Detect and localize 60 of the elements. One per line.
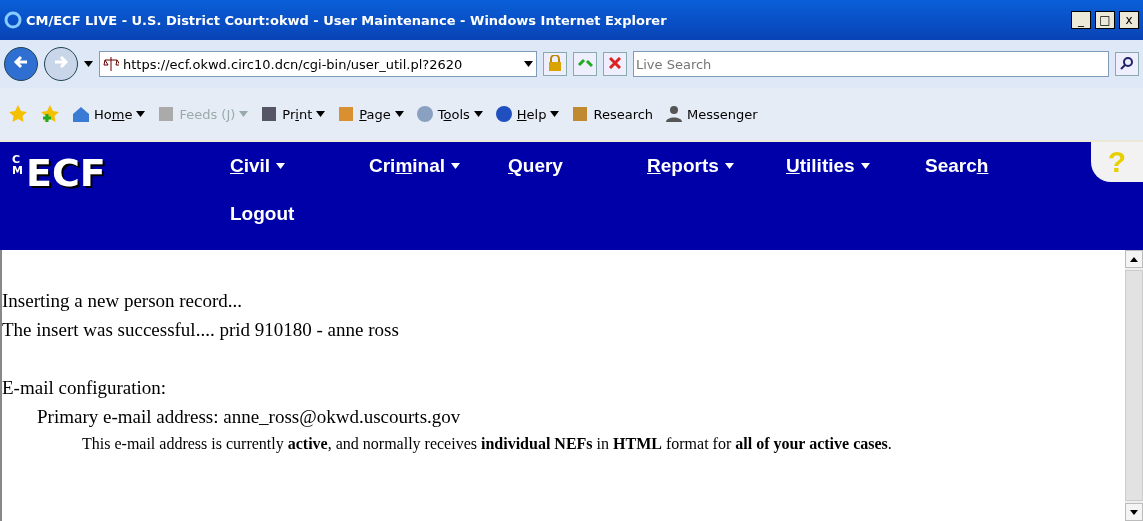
menu-link[interactable]: Query (508, 142, 647, 190)
caret-icon (239, 111, 249, 117)
scroll-up-button[interactable] (1125, 250, 1143, 268)
caret-icon (316, 111, 326, 117)
lock-button[interactable] (543, 52, 567, 76)
toolbar-button[interactable]: Page (337, 105, 404, 123)
search-icon (1120, 55, 1134, 70)
menu-link[interactable]: Search (925, 142, 1064, 190)
toolbar-button[interactable]: Research (571, 105, 654, 123)
close-icon (609, 56, 621, 69)
toolbar-button[interactable]: Tools (415, 105, 483, 123)
caret-icon (84, 61, 93, 67)
star-icon[interactable] (8, 104, 28, 124)
search-field[interactable]: Live Search (633, 51, 1109, 77)
window-title: CM/ECF LIVE - U.S. District Court:okwd - User Maintenance - Windows Internet Explorer (26, 12, 668, 28)
window-control-button[interactable]: □ (1095, 11, 1115, 29)
person-icon (665, 105, 684, 123)
toolbar-button[interactable]: Print (260, 105, 326, 123)
window-control-button[interactable]: x (1119, 11, 1139, 29)
toolbar-button[interactable]: Help (494, 105, 560, 123)
window-control-button[interactable]: _ (1071, 11, 1091, 29)
menu-link[interactable]: Reports (647, 142, 786, 190)
browser-logo-icon (4, 11, 22, 29)
forward-arrow-icon (53, 53, 69, 70)
search-button[interactable] (1115, 52, 1139, 76)
scales-icon (103, 56, 119, 72)
caret-icon (724, 163, 734, 169)
menu-link[interactable]: Civil (230, 142, 369, 190)
toolbar-button[interactable]: Home (72, 105, 146, 123)
caret-icon (473, 111, 483, 117)
stop-button[interactable] (603, 52, 627, 76)
section-heading: E-mail configuration: (2, 376, 168, 400)
caret-icon (451, 163, 461, 169)
caret-icon (524, 61, 533, 67)
scroll-down-button[interactable] (1125, 503, 1143, 521)
house-icon (72, 105, 90, 123)
down-arrow-icon (1130, 510, 1138, 515)
caret-icon (394, 111, 404, 117)
email-note: This e-mail address is currently active, and normally receives individual NEFs in HTML format for all of your active cases. (82, 434, 893, 455)
menu-link[interactable]: Logout (230, 190, 369, 238)
status-message: The insert was successful.... prid 910180 - anne ross (2, 318, 400, 342)
caret-icon (860, 163, 870, 169)
email-address-text: Primary e-mail address: anne_ross@okwd.uscourts.gov (37, 405, 462, 429)
toolbar-button[interactable]: Messenger (665, 105, 758, 123)
menu-link[interactable]: Criminal (369, 142, 508, 190)
up-arrow-icon (1130, 257, 1138, 262)
caret-icon (276, 163, 286, 169)
forward-button[interactable] (44, 47, 78, 81)
lock-icon (548, 54, 562, 71)
url-field[interactable]: https://ecf.okwd.circ10.dcn/cgi-bin/user_util.pl?2620 (99, 51, 537, 77)
status-message: Inserting a new person record... (2, 289, 244, 313)
refresh-button[interactable] (573, 52, 597, 76)
url-text: https://ecf.okwd.circ10.dcn/cgi-bin/user_util.pl?2620 (123, 56, 464, 72)
menu-link[interactable]: Utilities (786, 142, 925, 190)
back-arrow-icon (13, 53, 29, 70)
caret-icon (136, 111, 146, 117)
back-button[interactable] (4, 47, 38, 81)
caret-icon (550, 111, 560, 117)
add-star-icon[interactable] (40, 104, 60, 124)
scrollbar[interactable] (1125, 250, 1143, 521)
